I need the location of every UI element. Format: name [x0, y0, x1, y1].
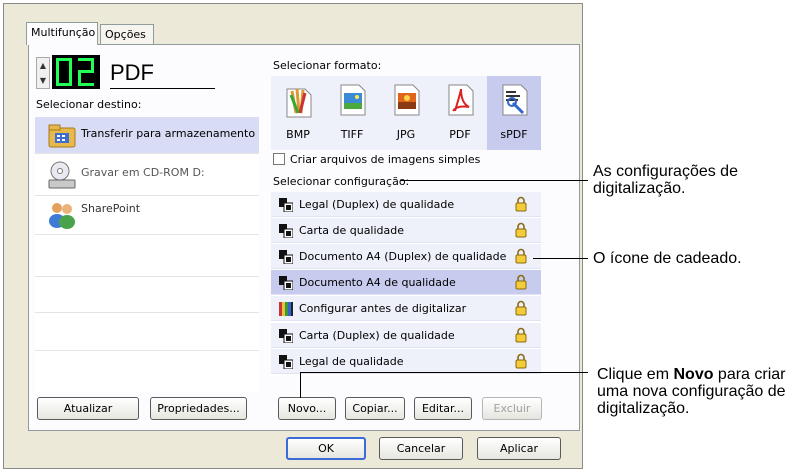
cd-drive-icon	[48, 161, 76, 189]
destination-item-sharepoint[interactable]: SharePoint	[35, 196, 259, 235]
format-tiff[interactable]: TIFF	[325, 76, 379, 150]
configuration-item-label: Carta (Duplex) de qualidade	[299, 329, 455, 342]
format-spdf[interactable]: sPDF	[487, 76, 541, 150]
configuration-item-label: Configurar antes de digitalizar	[299, 302, 467, 315]
format-jpg-label: JPG	[396, 128, 416, 141]
callout-lock: O ícone de cadeado.	[593, 250, 742, 267]
page-settings-icon	[279, 329, 293, 343]
destination-item-cd[interactable]: Gravar em CD-ROM D:	[35, 154, 259, 196]
delete-button: Excluir	[482, 397, 542, 420]
configuration-item[interactable]: Legal (Duplex) de qualidade	[271, 192, 541, 217]
callout-new-prefix: Clique em	[597, 366, 674, 383]
tab-opcoes[interactable]: Opções	[100, 24, 154, 44]
properties-button[interactable]: Propriedades...	[150, 397, 247, 420]
configuration-item-label: Legal (Duplex) de qualidade	[299, 198, 455, 211]
configuration-item[interactable]: Documento A4 de qualidade	[271, 270, 541, 295]
page-settings-icon	[279, 224, 293, 238]
configuration-item-label: Carta de qualidade	[299, 224, 405, 237]
configuration-item-label: Legal de qualidade	[299, 355, 404, 368]
format-pdf[interactable]: PDF	[433, 76, 487, 150]
destination-label: Selecionar destino:	[36, 98, 142, 111]
destination-item-label: Gravar em CD-ROM D:	[81, 166, 205, 179]
configuration-item[interactable]: Documento A4 (Duplex) de qualidade	[271, 244, 541, 269]
configuration-item-label: Documento A4 (Duplex) de qualidade	[299, 250, 507, 263]
copy-button[interactable]: Copiar...	[345, 397, 405, 420]
lock-icon	[515, 300, 527, 316]
format-label: Selecionar formato:	[273, 59, 382, 72]
single-image-checkbox-label: Criar arquivos de imagens simples	[290, 153, 481, 166]
configuration-item[interactable]: Carta (Duplex) de qualidade	[271, 323, 541, 348]
format-jpg[interactable]: JPG	[379, 76, 433, 150]
sharepoint-people-icon	[49, 203, 75, 229]
tiff-image-icon	[340, 84, 366, 116]
callout-new: Clique em Novo para criar uma nova confi…	[597, 366, 802, 417]
pdf-icon	[448, 84, 474, 116]
current-format-name: PDF	[110, 60, 154, 85]
tab-multifuncao[interactable]: Multifunção	[26, 22, 98, 45]
destination-empty-slot	[35, 351, 259, 392]
format-selector[interactable]: BMP TIFF JPG PDF sPDF	[271, 76, 541, 150]
jpg-image-icon	[394, 84, 420, 116]
lock-icon	[515, 327, 527, 343]
cancel-button[interactable]: Cancelar	[379, 437, 463, 460]
edit-button[interactable]: Editar...	[414, 397, 472, 420]
lock-icon	[515, 274, 527, 290]
lock-icon	[515, 196, 527, 212]
destination-empty-slot	[35, 235, 259, 277]
format-tiff-label: TIFF	[340, 128, 364, 141]
format-bmp-label: BMP	[286, 128, 310, 141]
ok-button[interactable]: OK	[286, 437, 366, 460]
destination-empty-slot	[35, 277, 259, 313]
destination-item-label: SharePoint	[81, 202, 141, 215]
lock-icon	[515, 353, 527, 369]
callout-new-leader-vertical	[300, 372, 301, 398]
searchable-pdf-icon	[502, 84, 528, 116]
folder-transfer-icon	[48, 124, 76, 148]
format-underline	[110, 88, 215, 89]
page-settings-icon	[279, 276, 293, 290]
lock-icon	[515, 222, 527, 238]
new-button[interactable]: Novo...	[278, 397, 336, 420]
apply-button[interactable]: Aplicar	[477, 437, 561, 460]
page-settings-icon	[279, 355, 293, 369]
configuration-label: Selecionar configuração:	[273, 175, 410, 188]
callout-new-leader	[300, 372, 588, 373]
configuration-item[interactable]: Carta de qualidade	[271, 218, 541, 243]
page-settings-icon	[279, 250, 293, 264]
destination-item-label: Transferir para armazenamento	[81, 127, 256, 140]
configuration-item[interactable]: Legal de qualidade	[271, 349, 541, 374]
spin-up-icon[interactable]: ▲	[37, 58, 49, 73]
callout-settings-leader	[400, 180, 588, 181]
lcd-digits-icon	[56, 58, 94, 86]
destination-item-transfer[interactable]: Transferir para armazenamento	[35, 117, 259, 154]
configure-color-icon	[279, 302, 293, 316]
destination-empty-slot	[35, 313, 259, 351]
page-settings-icon	[279, 198, 293, 212]
destination-list[interactable]: Transferir para armazenamento Gravar em …	[35, 117, 259, 392]
update-button[interactable]: Atualizar	[37, 397, 139, 420]
format-pdf-label: PDF	[449, 128, 471, 141]
number-spinner[interactable]: ▲ ▼	[36, 57, 50, 89]
bmp-paint-icon	[286, 88, 312, 118]
lock-icon	[515, 248, 527, 264]
format-spdf-label: sPDF	[500, 128, 528, 141]
single-image-checkbox[interactable]	[273, 153, 285, 165]
callout-new-bold: Novo	[673, 366, 714, 383]
lcd-display	[52, 55, 100, 89]
configuration-list[interactable]: Legal (Duplex) de qualidade Carta de qual…	[271, 192, 541, 376]
callout-lock-leader	[533, 258, 588, 259]
format-bmp[interactable]: BMP	[271, 76, 325, 150]
configuration-item[interactable]: Configurar antes de digitalizar	[271, 296, 541, 321]
callout-settings: As configurações de digitalização.	[593, 163, 738, 197]
configuration-item-label: Documento A4 de qualidade	[299, 276, 456, 289]
spin-down-icon[interactable]: ▼	[37, 73, 49, 88]
